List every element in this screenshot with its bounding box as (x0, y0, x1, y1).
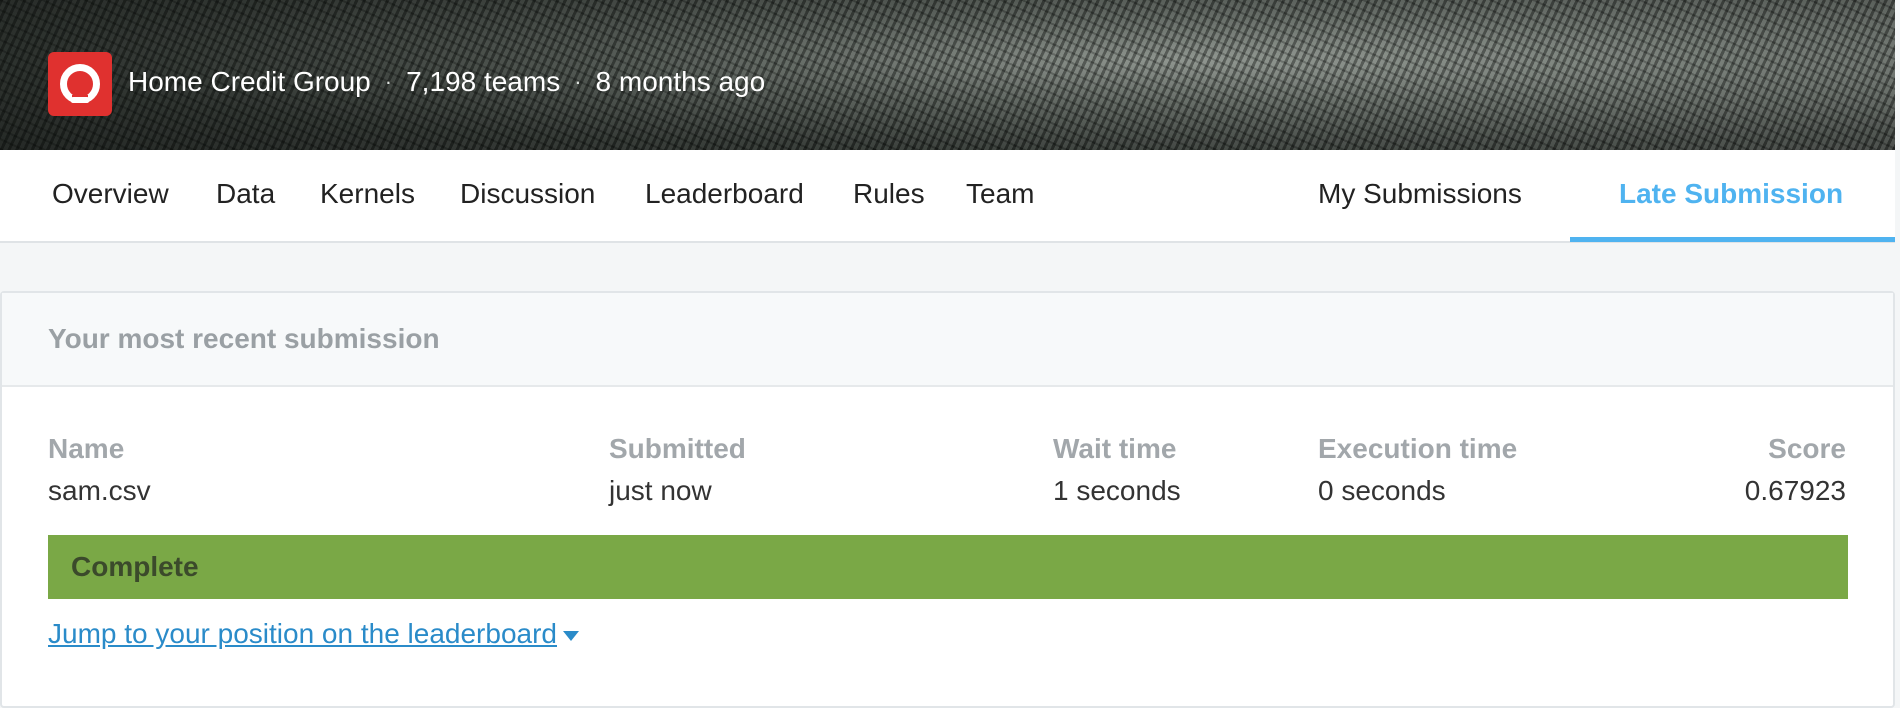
submitted-column: Submitted just now (609, 433, 746, 507)
jump-to-leaderboard-link[interactable]: Jump to your position on the leaderboard (48, 618, 579, 650)
tab-team[interactable]: Team (966, 178, 1034, 210)
tab-my-submissions[interactable]: My Submissions (1318, 178, 1522, 210)
tab-kernels[interactable]: Kernels (320, 178, 415, 210)
page: Home Credit Group · 7,198 teams · 8 mont… (0, 0, 1900, 708)
tab-discussion[interactable]: Discussion (460, 178, 595, 210)
name-column: Name sam.csv (48, 433, 151, 507)
wait-time-value: 1 seconds (1053, 475, 1181, 506)
name-value: sam.csv (48, 475, 151, 506)
active-tab-indicator (1570, 237, 1895, 242)
execution-time-label: Execution time (1318, 433, 1518, 464)
score-label: Score (1768, 433, 1846, 464)
competition-meta: Home Credit Group · 7,198 teams · 8 mont… (128, 66, 765, 98)
tab-late-submission[interactable]: Late Submission (1619, 178, 1843, 210)
tab-overview[interactable]: Overview (52, 178, 169, 210)
teams-count[interactable]: 7,198 teams (406, 66, 560, 98)
jump-link-text[interactable]: Jump to your position on the leaderboard (48, 618, 557, 650)
submission-card-header: Your most recent submission (2, 293, 1893, 387)
submission-card: Your most recent submission Name sam.csv… (0, 291, 1895, 708)
separator-dot: · (574, 69, 582, 94)
competition-banner: Home Credit Group · 7,198 teams · 8 mont… (0, 0, 1895, 150)
tab-rules[interactable]: Rules (853, 178, 925, 210)
submitted-label: Submitted (609, 433, 746, 464)
name-label: Name (48, 433, 125, 464)
wait-time-label: Wait time (1053, 433, 1177, 464)
wait-time-column: Wait time 1 seconds (1053, 433, 1181, 507)
score-column: Score 0.67923 (1745, 433, 1846, 507)
competition-nav: Overview Data Kernels Discussion Leaderb… (0, 150, 1895, 243)
execution-time-value: 0 seconds (1318, 475, 1446, 506)
home-credit-logo-icon[interactable] (48, 52, 112, 116)
competition-age: 8 months ago (595, 66, 766, 97)
score-value: 0.67923 (1744, 475, 1846, 506)
host-name[interactable]: Home Credit Group (128, 66, 371, 98)
separator-dot: · (384, 69, 393, 94)
tab-data[interactable]: Data (216, 178, 275, 210)
caret-down-icon[interactable] (563, 631, 579, 641)
submission-heading: Your most recent submission (48, 323, 440, 354)
tab-leaderboard[interactable]: Leaderboard (645, 178, 804, 210)
status-text: Complete (71, 551, 199, 582)
submitted-value: just now (609, 475, 712, 506)
status-bar-complete: Complete (48, 535, 1848, 599)
execution-time-column: Execution time 0 seconds (1318, 433, 1517, 507)
